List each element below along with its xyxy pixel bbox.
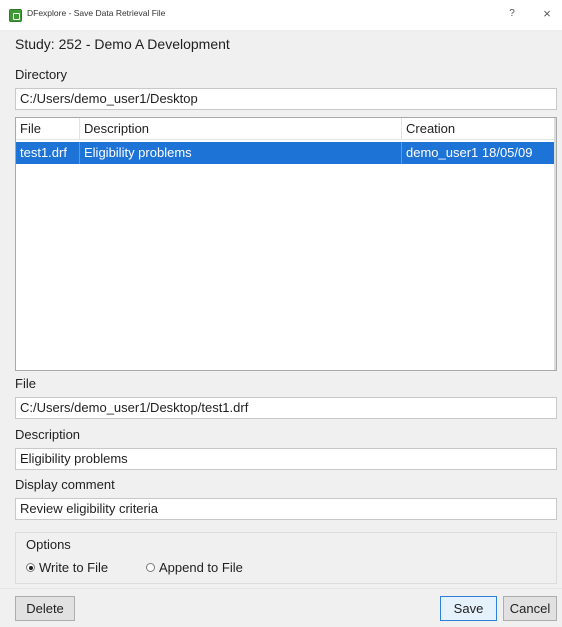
column-header-creation[interactable]: Creation xyxy=(402,118,556,140)
file-field[interactable]: C:/Users/demo_user1/Desktop/test1.drf xyxy=(15,397,557,419)
file-list-header: File Description Creation xyxy=(16,118,556,140)
write-to-file-radio[interactable]: Write to File xyxy=(26,560,108,575)
dfexplore-app-icon xyxy=(9,9,22,22)
help-button[interactable]: ? xyxy=(505,6,519,22)
append-to-file-radio[interactable]: Append to File xyxy=(146,560,243,575)
radio-unchecked-icon xyxy=(146,563,155,572)
options-group: Options Write to File Append to File xyxy=(15,532,557,584)
row-creation-cell: demo_user1 18/05/09 xyxy=(406,145,533,160)
table-row[interactable]: test1.drf Eligibility problems demo_user… xyxy=(16,142,556,164)
directory-field[interactable]: C:/Users/demo_user1/Desktop xyxy=(15,88,557,110)
write-to-file-label: Write to File xyxy=(39,560,109,575)
window-title: DFexplore - Save Data Retrieval File xyxy=(27,8,166,18)
description-label: Description xyxy=(15,427,81,442)
cancel-button[interactable]: Cancel xyxy=(503,596,557,621)
study-label: Study: 252 - Demo A Development xyxy=(15,36,230,52)
save-data-retrieval-dialog: DFexplore - Save Data Retrieval File ? ×… xyxy=(0,0,562,627)
column-header-file[interactable]: File xyxy=(16,118,80,140)
title-bar: DFexplore - Save Data Retrieval File ? × xyxy=(0,0,562,30)
file-label: File xyxy=(15,376,36,391)
button-bar-divider xyxy=(0,588,562,589)
file-list[interactable]: File Description Creation test1.drf Elig… xyxy=(15,117,557,371)
directory-label: Directory xyxy=(15,67,68,82)
display-comment-label: Display comment xyxy=(15,477,115,492)
description-field[interactable]: Eligibility problems xyxy=(15,448,557,470)
options-title: Options xyxy=(26,537,71,552)
column-header-description[interactable]: Description xyxy=(80,118,402,140)
delete-button[interactable]: Delete xyxy=(15,596,75,621)
list-scrollbar[interactable] xyxy=(554,118,556,370)
append-to-file-label: Append to File xyxy=(159,560,243,575)
row-description-cell: Eligibility problems xyxy=(80,142,402,164)
radio-checked-icon xyxy=(26,563,35,572)
display-comment-field[interactable]: Review eligibility criteria xyxy=(15,498,557,520)
close-button[interactable]: × xyxy=(540,6,554,22)
row-file-cell: test1.drf xyxy=(16,142,80,164)
save-button[interactable]: Save xyxy=(440,596,497,621)
